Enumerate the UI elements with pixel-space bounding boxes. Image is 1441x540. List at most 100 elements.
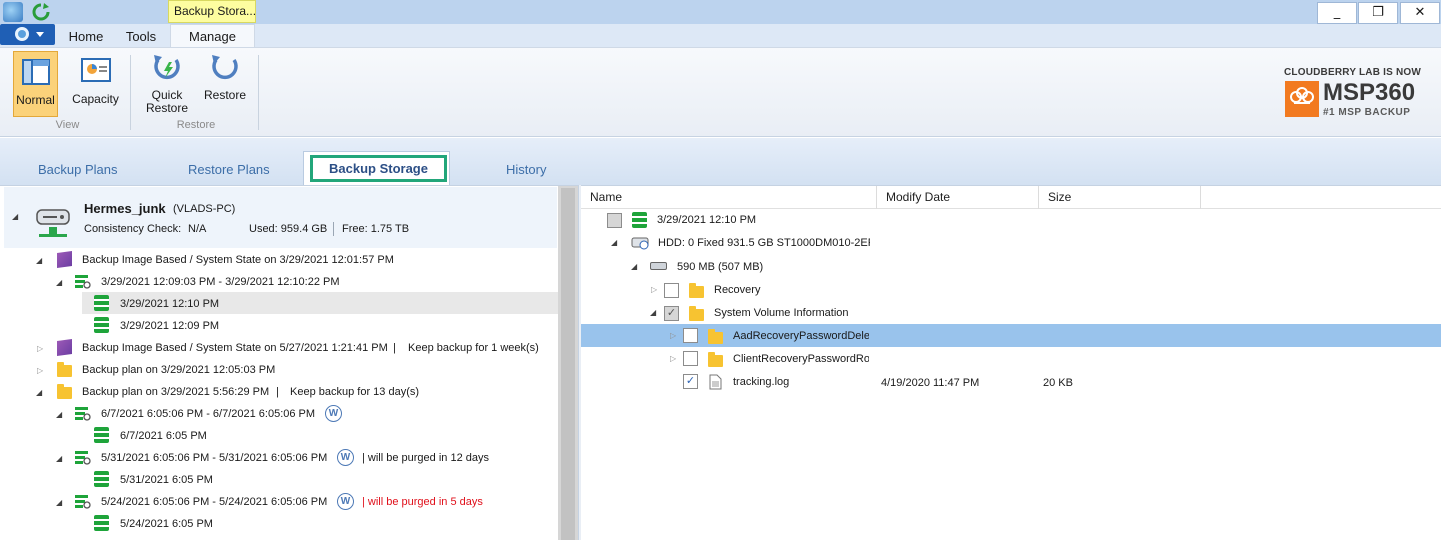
- file-tracking-date: 4/19/2020 11:47 PM: [881, 377, 980, 389]
- file-client[interactable]: ClientRecoveryPasswordRota: [733, 353, 869, 365]
- tab-backup-storage[interactable]: Backup Storage: [310, 155, 447, 182]
- column-modify-date[interactable]: Modify Date: [877, 186, 1039, 209]
- windows-icon: [57, 250, 72, 269]
- file-aad[interactable]: AadRecoveryPasswordDelete: [733, 330, 869, 342]
- app-icon[interactable]: [3, 2, 23, 22]
- tree-version[interactable]: 6/7/2021 6:05 PM: [120, 430, 207, 442]
- checkbox-partial[interactable]: ✓: [664, 306, 679, 321]
- checkbox[interactable]: [683, 351, 698, 366]
- ribbon-tab-home[interactable]: Home: [60, 26, 112, 47]
- collapse-arrow-icon[interactable]: ◢: [56, 454, 62, 463]
- tree-version[interactable]: 5/31/2021 6:05 PM: [120, 474, 213, 486]
- tree-version[interactable]: 5/24/2021 6:05 PM: [120, 518, 213, 530]
- file-recovery[interactable]: Recovery: [714, 284, 760, 296]
- storage-drive-icon: [35, 206, 71, 237]
- version-icon: [632, 212, 647, 228]
- file-tracking[interactable]: tracking.log: [733, 376, 789, 388]
- file-root[interactable]: 3/29/2021 12:10 PM: [657, 214, 756, 226]
- normal-view-icon: [21, 59, 50, 85]
- tree-plan1[interactable]: Backup Image Based / System State on 3/2…: [82, 254, 394, 266]
- app-menu-button[interactable]: [0, 24, 55, 45]
- hdd-icon: [631, 236, 651, 253]
- tree-range[interactable]: 5/31/2021 6:05:06 PM - 5/31/2021 6:05:06…: [101, 452, 327, 464]
- expand-arrow-icon[interactable]: ▷: [37, 344, 43, 353]
- checkbox-checked[interactable]: ✓: [683, 374, 698, 389]
- expand-arrow-icon[interactable]: ▷: [670, 331, 676, 340]
- ribbon-tab-manage[interactable]: Manage: [170, 24, 255, 48]
- tree-plan1-range[interactable]: 3/29/2021 12:09:03 PM - 3/29/2021 12:10:…: [101, 276, 340, 288]
- w-badge: W: [337, 493, 354, 510]
- checkbox[interactable]: [664, 283, 679, 298]
- tree-range[interactable]: 5/24/2021 6:05:06 PM - 5/24/2021 6:05:06…: [101, 496, 327, 508]
- collapse-arrow-icon[interactable]: ◢: [650, 308, 656, 317]
- file-partition[interactable]: 590 MB (507 MB): [677, 261, 763, 273]
- column-size[interactable]: Size: [1039, 186, 1201, 209]
- ribbon-separator: [258, 55, 259, 130]
- expand-arrow-icon[interactable]: ▷: [651, 285, 657, 294]
- column-name[interactable]: Name: [581, 186, 877, 209]
- tab-history[interactable]: History: [506, 162, 546, 177]
- version-icon: [94, 471, 109, 487]
- capacity-view-button[interactable]: Capacity: [68, 51, 123, 117]
- context-tab-backup-storage[interactable]: Backup Stora...: [168, 0, 256, 23]
- file-tracking-size: 20 KB: [1043, 377, 1073, 389]
- collapse-arrow-icon[interactable]: ◢: [12, 212, 18, 221]
- consistency-value: N/A: [188, 223, 207, 235]
- expand-arrow-icon[interactable]: ▷: [670, 354, 676, 363]
- logo-name: MSP360: [1323, 79, 1416, 106]
- free-space: Free: 1.75 TB: [342, 223, 410, 235]
- tree-range[interactable]: 6/7/2021 6:05:06 PM - 6/7/2021 6:05:06 P…: [101, 408, 315, 420]
- checkbox[interactable]: [683, 328, 698, 343]
- tree-plan2-keep: Keep backup for 1 week(s): [408, 342, 539, 354]
- restore-point-icon: [75, 495, 92, 510]
- restore-window-button[interactable]: ❐: [1358, 2, 1398, 24]
- version-icon: [94, 295, 109, 311]
- quick-restore-icon: [154, 55, 180, 80]
- folder-icon: [708, 329, 723, 344]
- quick-restore-label-2: Restore: [145, 101, 189, 115]
- tree-version[interactable]: 3/29/2021 12:10 PM: [120, 298, 219, 310]
- refresh-icon[interactable]: [31, 2, 51, 22]
- restore-icon: [212, 55, 238, 80]
- collapse-arrow-icon[interactable]: ◢: [36, 256, 42, 265]
- collapse-arrow-icon[interactable]: ◢: [56, 498, 62, 507]
- close-button[interactable]: ✕: [1400, 2, 1440, 24]
- scrollbar-thumb[interactable]: [561, 188, 575, 540]
- collapse-arrow-icon[interactable]: ◢: [631, 262, 637, 271]
- collapse-arrow-icon[interactable]: ◢: [56, 278, 62, 287]
- logo-tagline: CLOUDBERRY LAB IS NOW: [1284, 67, 1421, 78]
- tab-restore-plans[interactable]: Restore Plans: [188, 162, 270, 177]
- tree-plan4[interactable]: Backup plan on 3/29/2021 5:56:29 PM: [82, 386, 269, 398]
- normal-view-button[interactable]: Normal: [13, 51, 58, 117]
- ribbon-tab-tools[interactable]: Tools: [115, 26, 167, 47]
- checkbox[interactable]: [607, 213, 622, 228]
- normal-label: Normal: [16, 93, 55, 107]
- minimize-button[interactable]: _: [1317, 2, 1357, 24]
- restore-point-icon: [75, 275, 92, 290]
- tree-plan3[interactable]: Backup plan on 3/29/2021 12:05:03 PM: [82, 364, 275, 376]
- file-hdd[interactable]: HDD: 0 Fixed 931.5 GB ST1000DM010-2EP1: [658, 237, 870, 249]
- ribbon-separator: [130, 55, 131, 130]
- tree-plan4-keep: Keep backup for 13 day(s): [290, 386, 420, 398]
- quick-restore-button[interactable]: Quick Restore: [142, 51, 192, 117]
- tree-version[interactable]: 3/29/2021 12:09 PM: [120, 320, 219, 332]
- expand-arrow-icon[interactable]: ▷: [37, 366, 43, 375]
- restore-button[interactable]: Restore: [200, 51, 250, 117]
- restore-point-icon: [75, 407, 92, 422]
- account-header[interactable]: [4, 187, 557, 248]
- used-space: Used: 959.4 GB: [249, 223, 328, 235]
- collapse-arrow-icon[interactable]: ◢: [36, 388, 42, 397]
- tree-pipe: |: [393, 342, 396, 354]
- msp360-logo-icon: [1285, 81, 1319, 117]
- tree-plan2[interactable]: Backup Image Based / System State on 5/2…: [82, 342, 388, 354]
- tree-pipe: |: [276, 386, 279, 398]
- version-icon: [94, 427, 109, 443]
- restore-label: Restore: [203, 88, 247, 102]
- w-badge: W: [337, 449, 354, 466]
- collapse-arrow-icon[interactable]: ◢: [611, 238, 617, 247]
- folder-icon: [689, 306, 704, 321]
- collapse-arrow-icon[interactable]: ◢: [56, 410, 62, 419]
- tab-backup-plans[interactable]: Backup Plans: [38, 162, 118, 177]
- file-svi[interactable]: System Volume Information: [714, 307, 849, 319]
- folder-icon: [57, 384, 72, 399]
